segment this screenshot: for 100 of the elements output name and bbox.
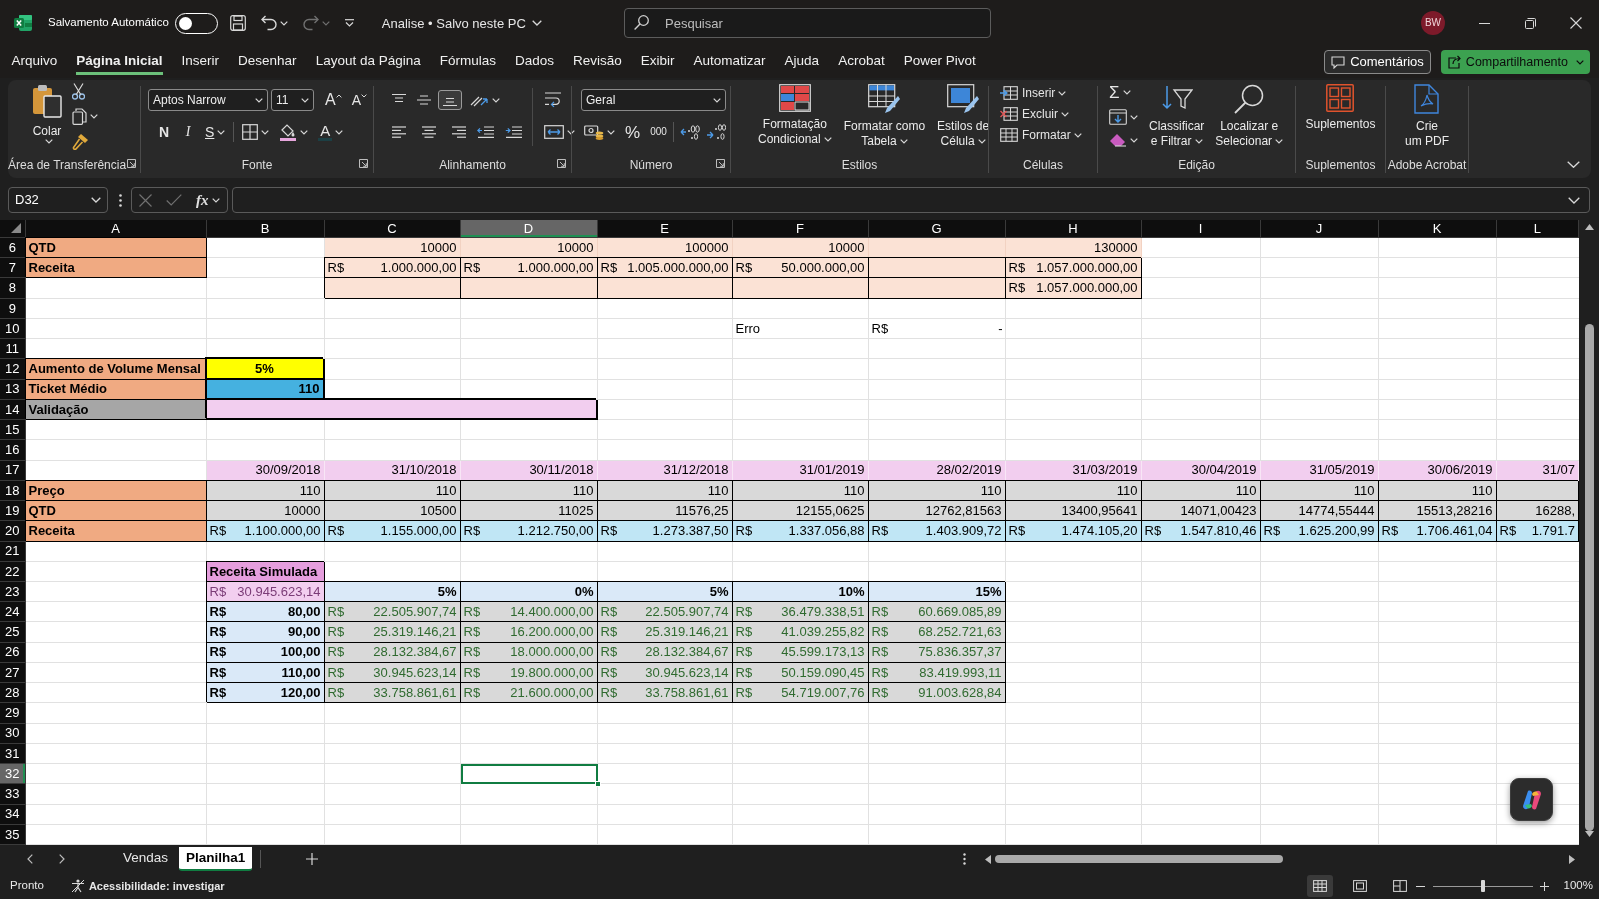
menu-tab[interactable]: Acrobat	[838, 48, 885, 76]
slider-thumb[interactable]	[1480, 880, 1485, 892]
formula-input[interactable]	[231, 187, 1590, 213]
menu-tab[interactable]: Inserir	[181, 48, 220, 76]
row-number[interactable]: 28	[0, 683, 26, 704]
row-number[interactable]: 13	[0, 379, 26, 400]
menu-tab[interactable]: Dados	[515, 48, 554, 76]
sheet-options-button[interactable]	[960, 851, 969, 867]
column-header[interactable]: G	[868, 220, 1006, 238]
number-format-select[interactable]: Geral	[581, 89, 726, 111]
row-number[interactable]: 6	[0, 238, 26, 259]
scrollbar-thumb[interactable]	[1584, 324, 1594, 831]
fill-handle[interactable]	[594, 781, 601, 788]
row-number[interactable]: 33	[0, 784, 26, 805]
horizontal-scrollbar[interactable]	[985, 852, 1575, 866]
row-number[interactable]: 16	[0, 440, 26, 461]
row-number[interactable]: 14	[0, 399, 26, 421]
percent-button[interactable]: %	[622, 121, 644, 143]
row-number[interactable]: 31	[0, 743, 26, 765]
column-header[interactable]: K	[1378, 220, 1497, 238]
column-header[interactable]: D	[460, 220, 598, 238]
row-number[interactable]: 34	[0, 804, 26, 825]
delete-button[interactable]: Excluir	[997, 105, 1085, 123]
document-title-button[interactable]: Analise • Salvo neste PC	[378, 14, 545, 32]
add-ins-button[interactable]: Suplementos	[1302, 80, 1379, 158]
comments-button[interactable]: Comentários	[1324, 50, 1431, 74]
paste-button[interactable]: Colar	[29, 80, 65, 158]
row-number[interactable]: 20	[0, 521, 26, 542]
conditional-formatting-button[interactable]: Formatação Condicional	[755, 80, 835, 158]
row-number[interactable]: 35	[0, 824, 26, 845]
align-bottom-button[interactable]	[438, 90, 462, 110]
dialog-launcher-button[interactable]	[358, 158, 369, 169]
row-number[interactable]: 10	[0, 318, 26, 340]
bold-button[interactable]: N	[154, 123, 174, 141]
create-pdf-button[interactable]: Crie um PDF	[1402, 80, 1452, 158]
menu-tab[interactable]: Página Inicial	[76, 48, 163, 76]
row-number[interactable]: 23	[0, 581, 26, 603]
menu-tab[interactable]: Power Pivot	[903, 48, 976, 76]
search-field[interactable]: Pesquisar	[624, 8, 991, 38]
menu-tab[interactable]: Layout da Página	[315, 48, 421, 76]
column-header[interactable]: H	[1005, 220, 1142, 238]
row-number[interactable]: 18	[0, 480, 26, 502]
column-header[interactable]: F	[732, 220, 869, 238]
scrollbar-thumb[interactable]	[995, 855, 1283, 863]
row-number[interactable]: 12	[0, 359, 26, 380]
row-number[interactable]: 11	[0, 339, 26, 360]
menu-tab[interactable]: Revisão	[573, 48, 622, 76]
menu-tab[interactable]: Arquivo	[11, 48, 58, 76]
more-options-button[interactable]	[116, 191, 125, 209]
insert-button[interactable]: Inserir	[997, 84, 1085, 102]
selected-cell[interactable]	[460, 764, 598, 785]
column-header[interactable]: J	[1260, 220, 1379, 238]
dialog-launcher-button[interactable]	[715, 158, 726, 169]
column-header[interactable]: E	[597, 220, 733, 238]
sheet-tab[interactable]: Planilha1	[179, 847, 253, 871]
menu-tab[interactable]: Exibir	[640, 48, 675, 76]
dialog-launcher-button[interactable]	[126, 158, 138, 169]
share-button[interactable]: Compartilhamento	[1440, 50, 1590, 74]
thousands-button[interactable]: 000	[647, 125, 670, 139]
dialog-launcher-button[interactable]	[556, 158, 567, 169]
sort-filter-button[interactable]: Classificar e Filtrar	[1146, 80, 1208, 158]
row-number[interactable]: 32	[0, 764, 26, 785]
name-box[interactable]: D32	[8, 187, 108, 213]
row-number[interactable]: 9	[0, 298, 26, 319]
font-color-button[interactable]: A	[315, 121, 347, 143]
sheet-tab[interactable]: Vendas	[116, 847, 176, 871]
underline-button[interactable]: S	[202, 123, 229, 141]
menu-tab[interactable]: Desenhar	[238, 48, 297, 76]
font-name-select[interactable]: Aptos Narrow	[148, 89, 268, 111]
row-number[interactable]: 17	[0, 460, 26, 481]
row-number[interactable]: 26	[0, 642, 26, 663]
italic-button[interactable]: I	[178, 123, 198, 141]
row-number[interactable]: 25	[0, 622, 26, 643]
accessibility-button[interactable]: Acessibilidade: investigar	[67, 877, 228, 895]
row-number[interactable]: 8	[0, 278, 26, 299]
format-button[interactable]: Formatar	[997, 126, 1085, 144]
format-as-table-button[interactable]: Formatar como Tabela	[840, 80, 929, 158]
row-number[interactable]: 15	[0, 420, 26, 441]
column-header[interactable]: B	[206, 220, 325, 238]
cell-styles-button[interactable]: Estilos de Célula	[934, 80, 993, 158]
shrink-font-button[interactable]: A	[348, 91, 370, 109]
row-number[interactable]: 19	[0, 501, 26, 522]
menu-tab[interactable]: Automatizar	[693, 48, 766, 76]
row-number[interactable]: 22	[0, 561, 26, 582]
grow-font-button[interactable]: A	[322, 90, 345, 110]
row-number[interactable]: 21	[0, 541, 26, 562]
column-header[interactable]: C	[324, 220, 461, 238]
normal-view-button[interactable]	[1306, 875, 1333, 897]
row-number[interactable]: 24	[0, 602, 26, 623]
row-number[interactable]: 29	[0, 703, 26, 724]
column-header[interactable]: L	[1496, 220, 1579, 238]
autosum-button[interactable]: Σ	[1106, 82, 1141, 103]
row-number[interactable]: 7	[0, 258, 26, 279]
column-header[interactable]: I	[1141, 220, 1261, 238]
find-select-button[interactable]: Localizar e Selecionar	[1212, 80, 1287, 158]
font-size-select[interactable]: 11	[271, 89, 314, 111]
column-header[interactable]: A	[25, 220, 207, 238]
row-number[interactable]: 30	[0, 723, 26, 744]
menu-tab[interactable]: Fórmulas	[439, 48, 496, 76]
user-avatar[interactable]: BW	[1421, 11, 1445, 35]
